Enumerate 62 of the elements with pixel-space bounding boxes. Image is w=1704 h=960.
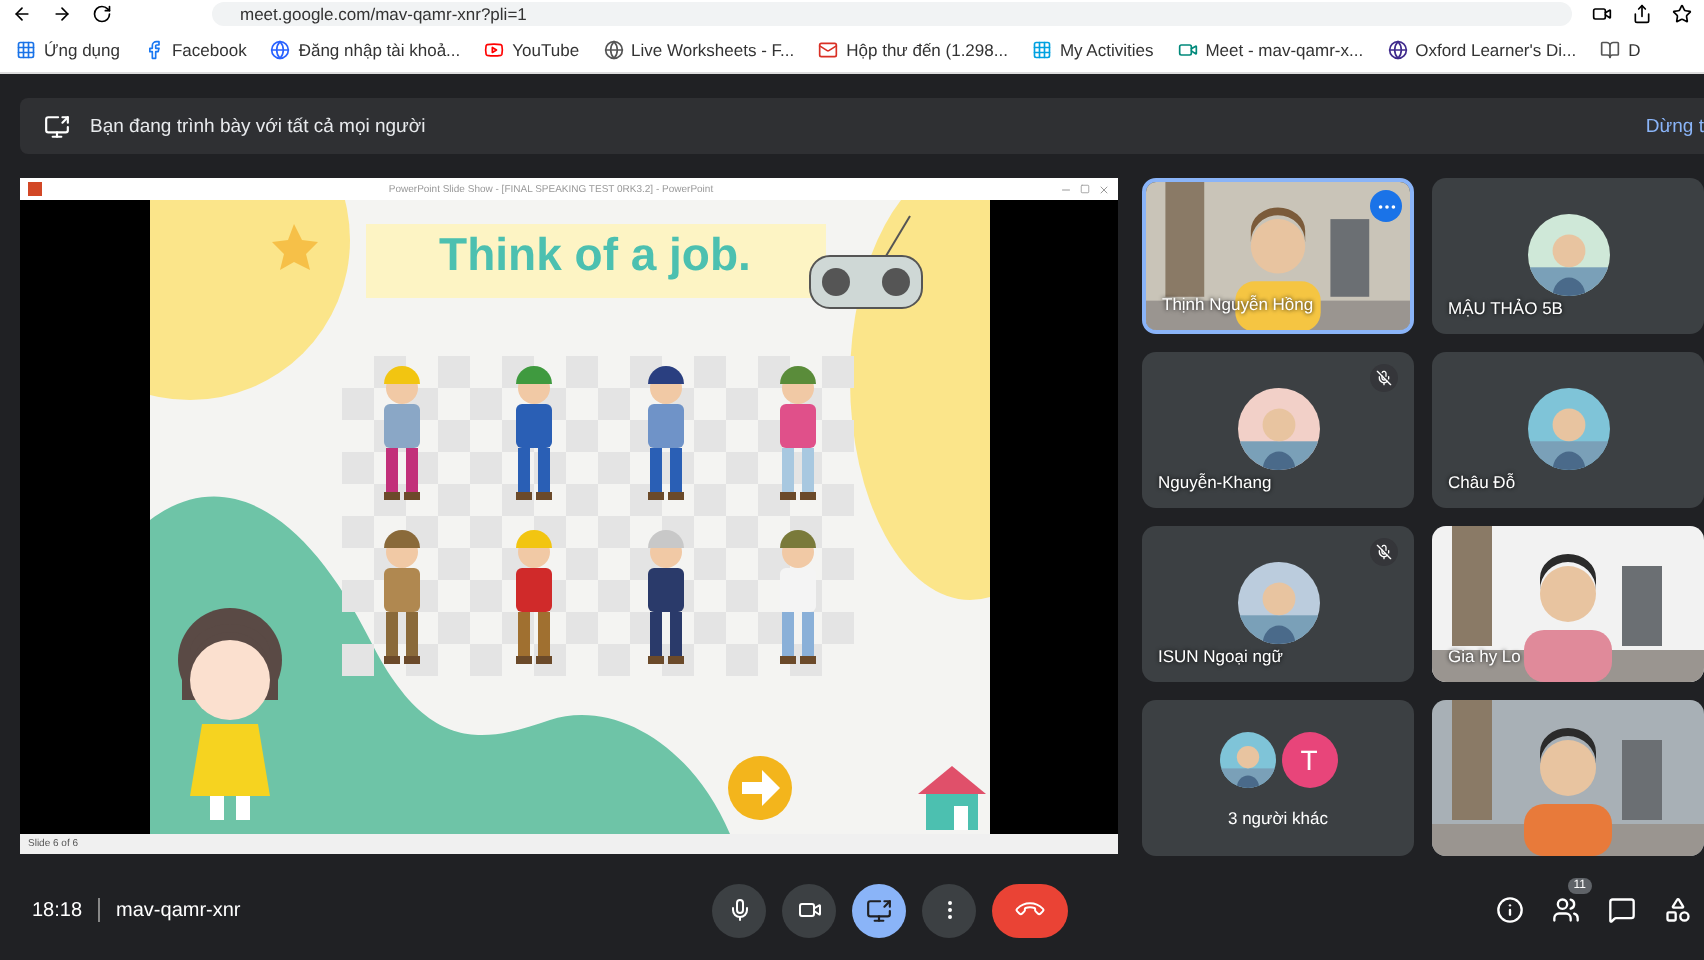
bookmark-icon [143,39,164,59]
activities-icon[interactable] [1664,896,1692,924]
participant-tile[interactable]: Châu Đỗ [1432,352,1704,508]
participant-name: Thịnh Nguyễn Hồng [1162,294,1314,314]
address-field[interactable]: meet.google.com/mav-qamr-xnr?pli=1 [212,1,1572,25]
participant-name: Nguyễn-Khang [1158,472,1272,492]
bookmark-icon [1387,39,1408,59]
back-icon[interactable] [12,3,32,23]
powerpoint-icon [28,182,42,196]
bookmark-icon [1177,39,1198,59]
bookmark-link[interactable]: Live Worksheets - F... [603,39,795,59]
participant-name: Châu Đỗ [1448,472,1516,492]
mic-off-glyph [1376,370,1392,386]
bookmark-link[interactable]: Meet - mav-qamr-x... [1177,39,1364,59]
microphone-icon [727,898,751,922]
microphone-button[interactable] [712,883,766,937]
info-icon[interactable] [1496,896,1524,924]
participant-tile[interactable]: T 3 người khác [1142,700,1414,856]
participant-tile[interactable]: ISUN Ngoại ngữ [1142,526,1414,682]
bookmark-icon [818,39,839,59]
bookmark-link[interactable]: Oxford Learner's Di... [1387,39,1577,59]
clock-time: 18:18 [32,899,83,921]
bookmark-icon [484,39,505,59]
bookmark-link[interactable]: Đăng nhập tài khoả... [270,39,461,59]
participant-name: 3 người khác [1225,808,1330,828]
participant-avatar: T [1281,732,1337,788]
camera-icon[interactable] [1592,3,1612,23]
bookmark-link[interactable]: Facebook [143,39,247,59]
banner-text: Bạn đang trình bày với tất cả mọi người [90,115,426,137]
bookmark-icon [1600,39,1621,59]
slide-title: Think of a job. [437,228,753,282]
participant-name: MẬU THẢO 5B [1448,298,1563,318]
bookmark-icon [603,39,624,59]
people-icon[interactable] [1552,896,1580,924]
home-icon[interactable] [917,766,985,830]
bookmark-link[interactable]: D [1600,39,1641,59]
bookmark-link[interactable]: Hộp thư đến (1.298... [818,39,1008,59]
participant-tile[interactable]: Nguyễn-Khang [1142,352,1414,508]
bookmark-icon [270,39,291,59]
bookmark-star-icon[interactable] [1672,3,1692,23]
participant-tile[interactable]: MẬU THẢO 5B [1432,178,1704,334]
mic-off-glyph [1376,544,1392,560]
bookmark-link[interactable]: YouTube [484,39,580,59]
bookmark-icon [16,39,36,59]
bookmark-link[interactable]: My Activities [1031,39,1154,59]
present-screen-icon [44,113,70,139]
camera-icon [797,898,821,922]
participant-name: Gia hy Lo [1448,646,1521,666]
camera-button[interactable] [782,883,836,937]
reload-icon[interactable] [92,3,112,23]
meeting-code: mav-qamr-xnr [116,899,241,921]
share-icon[interactable] [1632,3,1652,23]
present-screen-icon [866,897,892,923]
bookmark-icon [1031,39,1052,59]
present-button[interactable] [852,883,906,937]
chat-icon[interactable] [1608,896,1636,924]
close-icon[interactable] [1098,183,1110,195]
end-call-button[interactable] [992,883,1068,937]
forward-icon[interactable] [52,3,72,23]
participant-name: ISUN Ngoại ngữ [1158,646,1283,666]
stop-presenting-button[interactable]: Dừng t [1645,115,1704,137]
bookmark-link[interactable]: Ứng dụng [16,39,120,59]
